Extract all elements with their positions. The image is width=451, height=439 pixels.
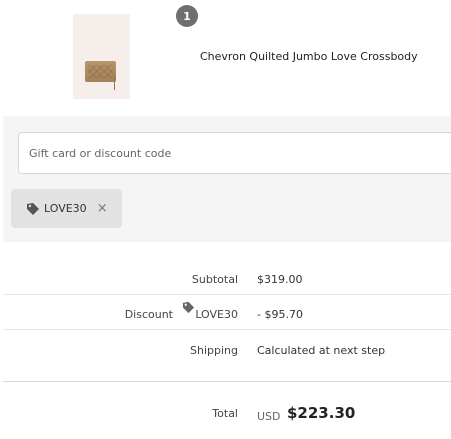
bag-strap <box>112 74 115 90</box>
bag-quilting <box>88 65 113 78</box>
discount-panel: LOVE30 × <box>3 116 451 242</box>
subtotal-value: $319.00 <box>257 273 303 286</box>
applied-discount-tag: LOVE30 × <box>11 189 122 228</box>
product-thumbnail <box>73 14 130 99</box>
product-name: Chevron Quilted Jumbo Love Crossbody <box>200 50 418 63</box>
total-divider <box>3 381 451 382</box>
divider <box>3 329 451 330</box>
subtotal-label: Subtotal <box>191 273 238 286</box>
shipping-value: Calculated at next step <box>257 344 386 357</box>
applied-code-label: LOVE30 <box>44 202 87 215</box>
discount-value: - $95.70 <box>257 308 303 321</box>
checkout-order-summary: 1 Chevron Quilted Jumbo Love Crossbody L… <box>0 0 451 439</box>
total-currency: USD <box>257 410 281 423</box>
total-label: Total <box>212 407 238 420</box>
discount-tag-icon <box>182 301 195 314</box>
tag-icon <box>27 202 39 215</box>
discount-code: LOVE30 <box>195 308 238 321</box>
divider <box>3 294 451 295</box>
discount-code-input[interactable] <box>18 132 451 174</box>
quantity-badge: 1 <box>176 5 198 27</box>
total-amount: $223.30 <box>287 404 356 422</box>
remove-discount-icon[interactable]: × <box>97 201 108 216</box>
discount-label: Discount <box>124 308 173 321</box>
shipping-label: Shipping <box>190 344 238 357</box>
